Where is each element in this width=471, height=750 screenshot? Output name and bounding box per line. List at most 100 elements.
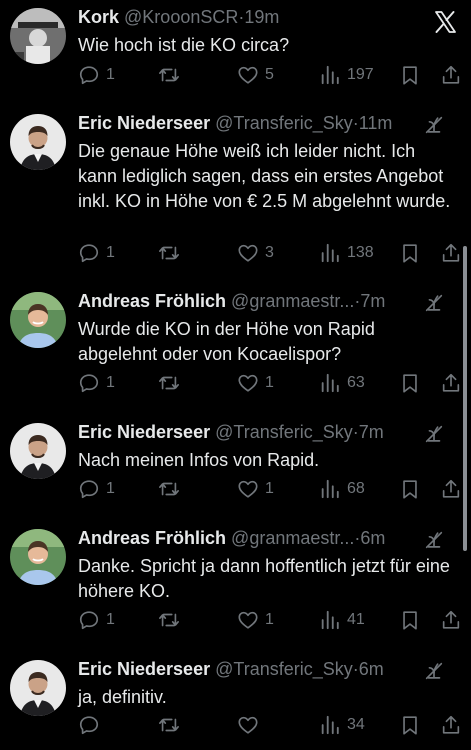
- views-button[interactable]: 34: [319, 712, 365, 738]
- tweet[interactable]: Eric Niederseer @Transferic_Sky·7m Nach …: [0, 421, 471, 501]
- author-handle[interactable]: @Transferic_Sky: [215, 659, 353, 679]
- avatar[interactable]: [10, 8, 66, 64]
- like-count: 5: [265, 66, 274, 83]
- view-count: 63: [347, 374, 365, 391]
- author-handle[interactable]: @KrooonSCR: [124, 7, 238, 27]
- author-name[interactable]: Andreas Fröhlich: [78, 528, 226, 548]
- bookmark-button[interactable]: [399, 370, 421, 396]
- share-button[interactable]: [440, 712, 462, 738]
- tweet-header: Eric Niederseer @Transferic_Sky·7m: [78, 421, 431, 443]
- repost-button[interactable]: [158, 240, 186, 266]
- author-handle[interactable]: @granmaestr...: [231, 528, 354, 548]
- timestamp[interactable]: 11m: [359, 113, 393, 133]
- views-icon: [321, 610, 339, 630]
- views-icon: [321, 243, 339, 263]
- timestamp[interactable]: 19m: [244, 7, 279, 27]
- reply-button[interactable]: 1: [78, 607, 115, 633]
- tweet-text: Danke. Spricht ja dann hoffentlich jetzt…: [78, 556, 450, 601]
- tweet-text: Wie hoch ist die KO circa?: [78, 35, 290, 55]
- reply-button[interactable]: 1: [78, 62, 115, 88]
- like-button[interactable]: 3: [237, 240, 274, 266]
- author-name[interactable]: Andreas Fröhlich: [78, 291, 226, 311]
- bookmark-button[interactable]: [399, 62, 421, 88]
- reply-button[interactable]: [78, 712, 106, 738]
- views-button[interactable]: 197: [319, 62, 374, 88]
- tweet[interactable]: Andreas Fröhlich @granmaestr...·6m Danke…: [0, 527, 471, 637]
- tweet-text: Wurde die KO in der Höhe von Rapid abgel…: [78, 319, 375, 364]
- hide-reply-icon[interactable]: [423, 114, 445, 136]
- views-icon: [321, 65, 339, 85]
- timestamp[interactable]: 7m: [360, 291, 385, 311]
- hide-reply-icon[interactable]: [423, 529, 445, 551]
- x-logo-icon[interactable]: [433, 10, 457, 34]
- repost-button[interactable]: [158, 476, 186, 502]
- like-button[interactable]: 1: [237, 476, 274, 502]
- views-button[interactable]: 68: [319, 476, 365, 502]
- views-button[interactable]: 138: [319, 240, 374, 266]
- repost-icon: [159, 482, 179, 496]
- share-button[interactable]: [440, 240, 462, 266]
- tweet[interactable]: Andreas Fröhlich @granmaestr...·7m Wurde…: [0, 290, 471, 400]
- hide-reply-icon[interactable]: [423, 292, 445, 314]
- avatar[interactable]: [10, 114, 66, 170]
- tweet[interactable]: Eric Niederseer @Transferic_Sky·11m Die …: [0, 112, 471, 272]
- reply-count: 1: [106, 66, 115, 83]
- avatar[interactable]: [10, 660, 66, 716]
- reply-button[interactable]: 1: [78, 476, 115, 502]
- share-button[interactable]: [440, 62, 462, 88]
- reply-button[interactable]: 1: [78, 240, 115, 266]
- bookmark-button[interactable]: [399, 712, 421, 738]
- scrollbar[interactable]: [463, 246, 467, 551]
- repost-button[interactable]: [158, 712, 186, 738]
- author-name[interactable]: Eric Niederseer: [78, 659, 210, 679]
- author-name[interactable]: Kork: [78, 7, 119, 27]
- reply-icon: [79, 480, 99, 499]
- author-handle[interactable]: @Transferic_Sky: [215, 113, 353, 133]
- heart-icon: [238, 480, 258, 498]
- repost-button[interactable]: [158, 370, 186, 396]
- author-handle[interactable]: @Transferic_Sky: [215, 422, 353, 442]
- tweet-actions: 1 5 197: [0, 62, 471, 88]
- tweet-header: Eric Niederseer @Transferic_Sky·11m: [78, 112, 431, 134]
- avatar[interactable]: [10, 529, 66, 585]
- like-button[interactable]: 5: [237, 62, 274, 88]
- views-button[interactable]: 63: [319, 370, 365, 396]
- avatar[interactable]: [10, 423, 66, 479]
- bookmark-button[interactable]: [399, 607, 421, 633]
- view-count: 68: [347, 480, 365, 497]
- author-handle[interactable]: @granmaestr...: [231, 291, 354, 311]
- repost-icon: [159, 613, 179, 627]
- repost-button[interactable]: [158, 607, 186, 633]
- views-button[interactable]: 41: [319, 607, 365, 633]
- author-name[interactable]: Eric Niederseer: [78, 113, 210, 133]
- like-button[interactable]: [237, 712, 265, 738]
- bookmark-button[interactable]: [399, 476, 421, 502]
- like-count: 1: [265, 480, 274, 497]
- tweet-header: Eric Niederseer @Transferic_Sky·6m: [78, 658, 431, 680]
- share-button[interactable]: [440, 607, 462, 633]
- author-name[interactable]: Eric Niederseer: [78, 422, 210, 442]
- bookmark-button[interactable]: [399, 240, 421, 266]
- reply-count: 1: [106, 244, 115, 261]
- hide-reply-icon[interactable]: [423, 423, 445, 445]
- reply-count: 1: [106, 374, 115, 391]
- timestamp[interactable]: 6m: [359, 659, 384, 679]
- share-icon: [442, 243, 460, 262]
- view-count: 197: [347, 66, 374, 83]
- repost-button[interactable]: [158, 62, 186, 88]
- like-button[interactable]: 1: [237, 607, 274, 633]
- like-button[interactable]: 1: [237, 370, 274, 396]
- tweet[interactable]: Eric Niederseer @Transferic_Sky·6m ja, d…: [0, 658, 471, 746]
- timestamp[interactable]: 6m: [360, 528, 385, 548]
- share-button[interactable]: [440, 370, 462, 396]
- hide-reply-icon[interactable]: [423, 660, 445, 682]
- tweet-header: Andreas Fröhlich @granmaestr...·6m: [78, 527, 431, 549]
- share-icon: [442, 610, 460, 629]
- reply-button[interactable]: 1: [78, 370, 115, 396]
- tweet[interactable]: Kork @KrooonSCR·19m Wie hoch ist die KO …: [0, 6, 471, 92]
- views-icon: [321, 715, 339, 735]
- avatar[interactable]: [10, 292, 66, 348]
- timestamp[interactable]: 7m: [359, 422, 384, 442]
- tweet-actions: 34: [0, 712, 471, 738]
- share-button[interactable]: [440, 476, 462, 502]
